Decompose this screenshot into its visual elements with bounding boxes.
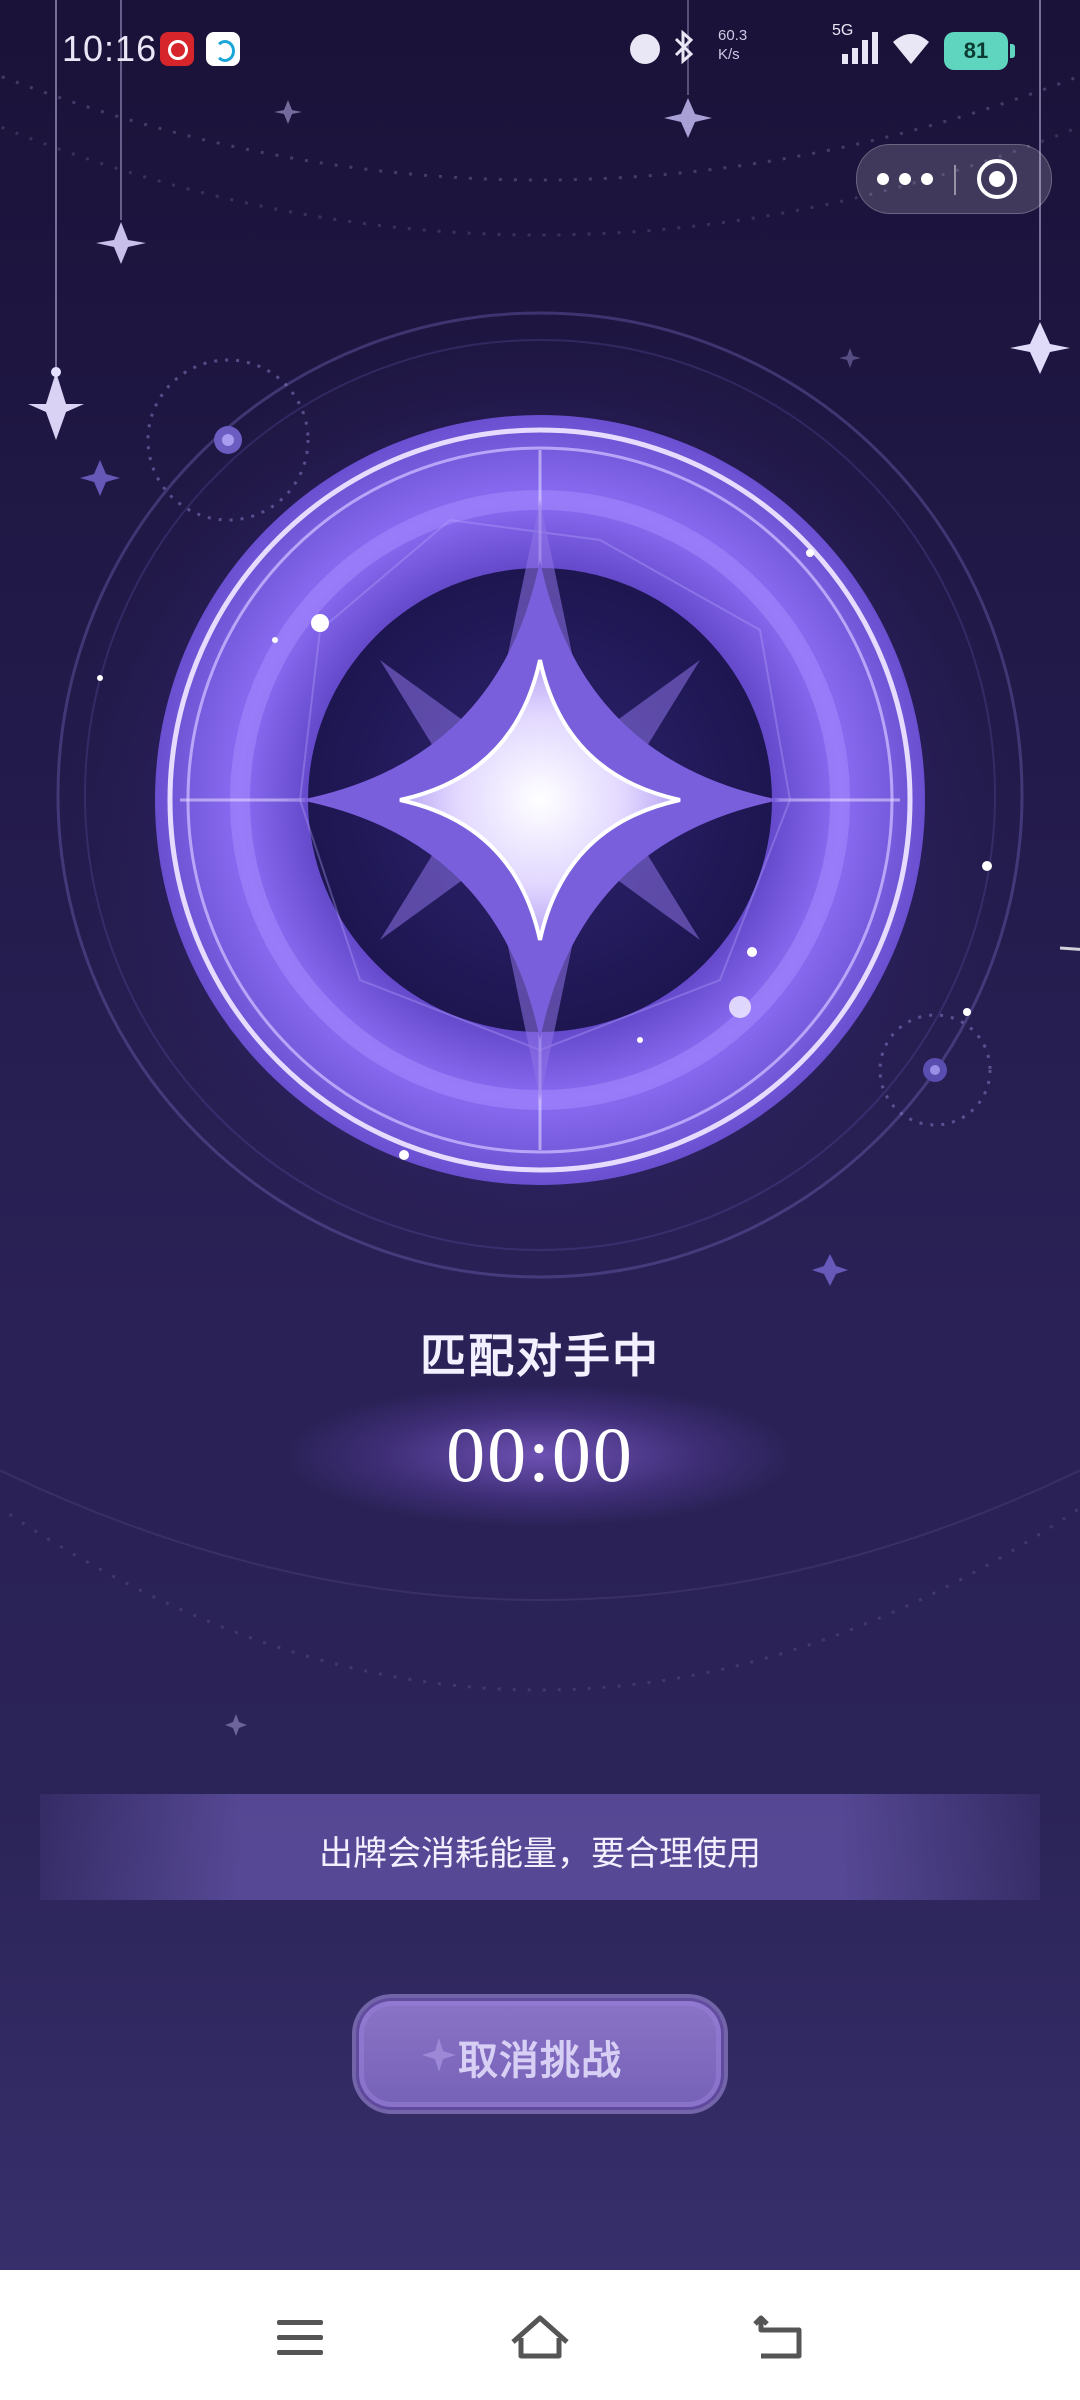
network-speed-value: 60.3 [718, 27, 748, 44]
back-icon[interactable] [735, 2298, 825, 2378]
menu-icon[interactable] [255, 2298, 345, 2378]
background-decoration [0, 0, 1080, 1736]
network-speed: 60.3 K/s [718, 26, 747, 64]
netease-music-icon [160, 32, 194, 66]
home-icon[interactable] [495, 2298, 585, 2378]
cancel-challenge-label: 取消挑战 [458, 2037, 622, 2084]
alarm-icon [630, 34, 660, 64]
china-mobile-icon [206, 32, 240, 66]
bluetooth-icon [674, 30, 694, 64]
system-nav-bar [0, 2270, 1080, 2400]
network-speed-unit: K/s [718, 46, 740, 63]
matching-title: 匹配对手中 [420, 1329, 660, 1383]
status-time: 10:16 [62, 28, 158, 69]
miniprogram-capsule [856, 144, 1052, 214]
battery-indicator: 81 [944, 32, 1015, 70]
status-bar: 10:16 60.3 K/s 5G 81 [0, 0, 1080, 100]
wifi-icon [893, 34, 929, 64]
battery-level: 81 [963, 38, 989, 63]
network-type: 5G [832, 22, 854, 39]
capsule-divider [954, 165, 956, 195]
tip-text: 出牌会消耗能量，要合理使用 [319, 1834, 761, 1874]
cancel-challenge-button[interactable]: 取消挑战 [356, 1998, 724, 2110]
more-dots-icon[interactable] [877, 145, 947, 213]
match-timer: 00:00 [446, 1411, 634, 1498]
target-close-icon[interactable] [977, 159, 1017, 199]
app-screen: 10:16 60.3 K/s 5G 81 匹配对手中 00:00 出牌会消耗能量… [0, 0, 1080, 2270]
